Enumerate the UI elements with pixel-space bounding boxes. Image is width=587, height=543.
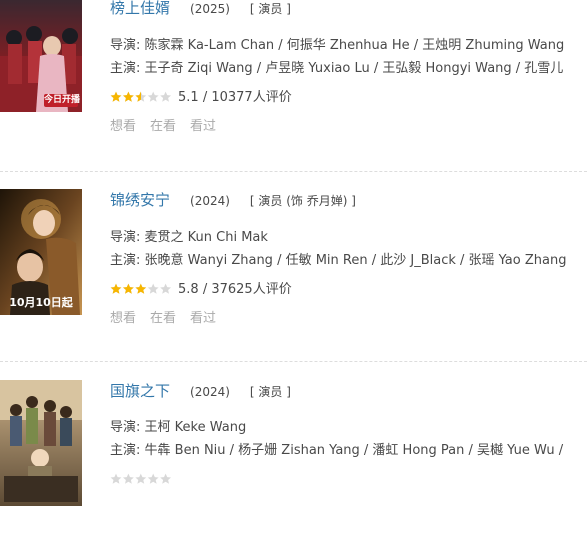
movie-item: 10月10日起 锦绣安宁 (2024) [ 演员 (饰 乔月婵) ] 导演: 麦贯之… [0, 177, 587, 352]
director-line: 导演: 王柯 Keke Wang [110, 416, 587, 439]
cast-line: 主演: 王子奇 Ziqi Wang / 卢昱晓 Yuxiao Lu / 王弘毅 … [110, 57, 587, 80]
movie-poster[interactable]: 今日开播 [0, 0, 82, 112]
action-row: 想看 在看 看过 [110, 308, 587, 330]
rating-stars-icon [110, 470, 172, 494]
movie-year: (2025) [190, 2, 230, 16]
movie-role: [ 演员 (饰 乔月婵) ] [249, 194, 356, 208]
movie-title-link[interactable]: 国旗之下 [110, 382, 170, 400]
star-filled-icon [110, 283, 122, 294]
divider [0, 361, 587, 362]
action-row: 想看 在看 看过 [110, 116, 587, 138]
director-names: 陈家霖 Ka-Lam Chan / 何振华 Zhenhua He / 王烛明 Z… [144, 38, 565, 53]
rating-row: 5.1 / 10377人评价 [110, 86, 587, 110]
rating-count: 37625人评价 [211, 282, 292, 297]
want-to-watch-link[interactable]: 想看 [110, 311, 136, 326]
director-names: 麦贯之 Kun Chi Mak [144, 230, 268, 245]
watching-link[interactable]: 在看 [150, 119, 176, 134]
star-empty-icon [160, 91, 171, 102]
poster-caption: 今日开播 [44, 95, 81, 105]
star-filled-icon [123, 91, 134, 102]
star-filled-icon [110, 91, 122, 102]
cast-label: 主演: [110, 253, 141, 268]
rating-row: 5.8 / 37625人评价 [110, 278, 587, 302]
title-row: 榜上佳婿 (2025) [ 演员 ] [110, 0, 587, 19]
star-filled-icon [123, 283, 134, 294]
star-filled-icon [135, 283, 147, 294]
movie-item: 国旗之下 (2024) [ 演员 ] 导演: 王柯 Keke Wang 主演: 牛犇… [0, 368, 587, 543]
director-line: 导演: 陈家霖 Ka-Lam Chan / 何振华 Zhenhua He / 王… [110, 34, 587, 57]
watched-link[interactable]: 看过 [190, 119, 216, 134]
cast-names: 张晚意 Wanyi Zhang / 任敏 Min Ren / 此沙 J_Blac… [144, 253, 567, 268]
divider [0, 171, 587, 172]
movie-role: [ 演员 ] [249, 2, 291, 16]
director-line: 导演: 麦贯之 Kun Chi Mak [110, 226, 587, 249]
title-row: 国旗之下 (2024) [ 演员 ] [110, 380, 587, 402]
movie-title-link[interactable]: 榜上佳婿 [110, 0, 170, 17]
movie-poster[interactable]: 10月10日起 [0, 189, 82, 315]
star-empty-icon [147, 473, 159, 484]
star-empty-icon [147, 283, 159, 294]
director-names: 王柯 Keke Wang [144, 420, 247, 435]
movie-info: 国旗之下 (2024) [ 演员 ] 导演: 王柯 Keke Wang 主演: 牛犇… [110, 368, 587, 492]
cast-names: 牛犇 Ben Niu / 杨子姗 Zishan Yang / 潘虹 Hong P… [144, 443, 564, 458]
rating-value: 5.1 [178, 90, 199, 105]
cast-names: 王子奇 Ziqi Wang / 卢昱晓 Yuxiao Lu / 王弘毅 Hong… [144, 61, 564, 76]
watching-link[interactable]: 在看 [150, 311, 176, 326]
cast-label: 主演: [110, 61, 141, 76]
rating-value: 5.8 [178, 282, 199, 297]
cast-line: 主演: 张晚意 Wanyi Zhang / 任敏 Min Ren / 此沙 J_… [110, 249, 587, 272]
star-empty-icon [135, 473, 147, 484]
rating-count: 10377人评价 [211, 90, 292, 105]
cast-label: 主演: [110, 443, 141, 458]
movie-poster[interactable] [0, 380, 82, 506]
star-empty-icon [160, 473, 171, 484]
movie-year: (2024) [190, 385, 230, 399]
title-row: 锦绣安宁 (2024) [ 演员 (饰 乔月婵) ] [110, 189, 587, 211]
star-empty-icon [147, 91, 159, 102]
director-label: 导演: [110, 38, 141, 53]
star-empty-icon [123, 473, 134, 484]
director-label: 导演: [110, 420, 141, 435]
director-label: 导演: [110, 230, 141, 245]
star-empty-icon [110, 473, 122, 484]
star-empty-icon [160, 283, 171, 294]
watched-link[interactable]: 看过 [190, 311, 216, 326]
movie-title-link[interactable]: 锦绣安宁 [110, 191, 170, 209]
movie-info: 锦绣安宁 (2024) [ 演员 (饰 乔月婵) ] 导演: 麦贯之 Kun Chi… [110, 177, 587, 330]
movie-item: 今日开播 榜上佳婿 (2025) [ 演员 ] 导演: 陈家霖 Ka-Lam Cha… [0, 0, 587, 161]
want-to-watch-link[interactable]: 想看 [110, 119, 136, 134]
movie-info: 榜上佳婿 (2025) [ 演员 ] 导演: 陈家霖 Ka-Lam Chan / 何… [110, 0, 587, 138]
movie-role: [ 演员 ] [249, 385, 291, 399]
cast-line: 主演: 牛犇 Ben Niu / 杨子姗 Zishan Yang / 潘虹 Ho… [110, 439, 587, 462]
rating-row [110, 468, 587, 492]
poster-image [0, 380, 82, 506]
rating-stars-icon [110, 280, 172, 304]
movie-year: (2024) [190, 194, 230, 208]
poster-caption: 10月10日起 [9, 296, 73, 309]
rating-stars-icon [110, 88, 172, 112]
